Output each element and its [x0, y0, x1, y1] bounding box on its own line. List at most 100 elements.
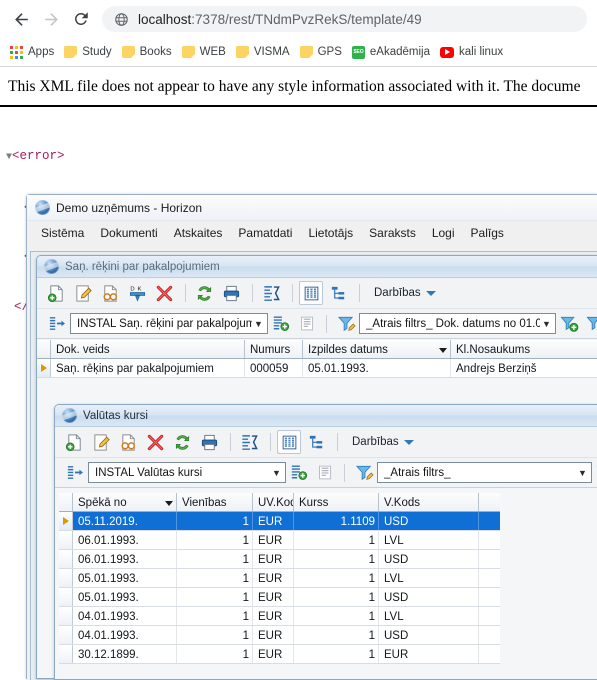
column-header-numurs[interactable]: Numurs — [245, 340, 303, 358]
delete-document-icon[interactable] — [152, 281, 176, 305]
currency-title-bar[interactable]: Valūtas kursi — [55, 405, 597, 427]
new-document-icon[interactable] — [62, 430, 86, 454]
bookmark-books[interactable]: Books — [120, 41, 178, 63]
row-indicator — [59, 626, 73, 644]
table-row[interactable]: 06.01.1993. 1 EUR 1 USD — [59, 550, 500, 569]
table-row[interactable]: Saņ. rēķins par pakalpojumiem 000059 05.… — [37, 359, 597, 378]
cell-vienibas: 1 — [177, 588, 253, 606]
layout-list-icon[interactable] — [46, 313, 68, 335]
row-indicator — [59, 645, 73, 663]
table-row[interactable]: 04.01.1993. 1 EUR 1 LVL — [59, 607, 500, 626]
actions-menu-label: Darbības — [374, 287, 421, 299]
chevron-down-icon[interactable]: ▼ — [540, 319, 553, 329]
filter-edit-icon[interactable] — [335, 313, 357, 335]
notice-divider — [0, 105, 597, 107]
columns-icon[interactable] — [277, 430, 301, 454]
actions-menu-button[interactable]: Darbības — [352, 436, 414, 448]
cell-v-kods: USD — [379, 626, 479, 644]
column-header-speka-no[interactable]: Spēkā no — [73, 493, 177, 511]
cell-dok-veids: Saņ. rēķins par pakalpojumiem — [51, 359, 245, 377]
column-header-izpildes-datums[interactable]: Izpildes datums — [303, 340, 451, 358]
bookmark-web[interactable]: WEB — [180, 41, 232, 63]
actions-menu-button[interactable]: Darbības — [374, 287, 436, 299]
bookmark-eakademija[interactable]: SEO eAkadēmija — [350, 41, 436, 63]
print-icon[interactable] — [197, 430, 221, 454]
sort-filter-icon[interactable] — [584, 313, 597, 335]
folder-icon — [235, 46, 249, 58]
horizon-title-bar[interactable]: Demo uzņēmums - Horizon — [27, 195, 597, 221]
add-layout-icon[interactable] — [288, 462, 310, 484]
column-header-vienibas[interactable]: Vienības — [177, 493, 253, 511]
add-layout-icon[interactable] — [270, 313, 292, 335]
seo-icon: SEO — [351, 45, 365, 59]
table-row[interactable]: 06.01.1993. 1 EUR 1 LVL — [59, 531, 500, 550]
table-row[interactable]: 04.01.1993. 1 EUR 1 USD — [59, 626, 500, 645]
menu-paligs[interactable]: Palīgs — [463, 224, 512, 242]
menu-saraksts[interactable]: Saraksts — [361, 224, 424, 242]
cell-v-kods: USD — [379, 550, 479, 568]
print-icon[interactable] — [219, 281, 243, 305]
horizon-window-title: Demo uzņēmums - Horizon — [56, 200, 203, 215]
column-header-uv-kods[interactable]: UV.Kods — [253, 493, 294, 511]
bookmark-visma[interactable]: VISMA — [234, 41, 296, 63]
tree-icon[interactable] — [326, 281, 350, 305]
refresh-icon[interactable] — [192, 281, 216, 305]
filter-edit-icon[interactable] — [353, 462, 375, 484]
row-indicator — [59, 531, 73, 549]
browser-nav-bar: localhost:7378/rest/TNdmPvzRekS/template… — [0, 0, 597, 38]
cell-uv-kods: EUR — [253, 512, 294, 530]
bookmark-gps[interactable]: GPS — [298, 41, 348, 63]
new-document-icon[interactable] — [44, 281, 68, 305]
delete-document-icon[interactable] — [143, 430, 167, 454]
table-row[interactable]: 30.12.1899. 1 EUR 1 EUR — [59, 645, 500, 664]
quick-filter-select[interactable]: _Ātrais filtrs_ ▼ — [377, 462, 592, 483]
chevron-down-icon[interactable]: ▼ — [576, 468, 589, 478]
chevron-down-icon[interactable]: ▼ — [270, 468, 283, 478]
invoices-filter-bar: INSTAL Saņ. rēķini par pakalpojumier ▼ _… — [37, 309, 597, 339]
layout-select[interactable]: INSTAL Saņ. rēķini par pakalpojumier ▼ — [70, 313, 268, 334]
filter-separator — [344, 463, 345, 482]
menu-logi[interactable]: Logi — [424, 224, 463, 242]
bookmark-label: Books — [139, 46, 172, 58]
back-arrow-icon[interactable] — [6, 4, 36, 34]
menu-dokumenti[interactable]: Dokumenti — [92, 224, 165, 242]
reload-icon[interactable] — [66, 4, 96, 34]
folder-icon — [299, 46, 313, 58]
chevron-down-icon[interactable]: ▼ — [252, 319, 265, 329]
menu-pamatdati[interactable]: Pamatdati — [230, 224, 300, 242]
table-row[interactable]: 05.01.1993. 1 EUR 1 USD — [59, 588, 500, 607]
column-header-kurss[interactable]: Kurss — [294, 493, 379, 511]
table-row[interactable]: 05.01.1993. 1 EUR 1 LVL — [59, 569, 500, 588]
url-host: localhost — [138, 11, 192, 27]
invoices-title-bar[interactable]: Saņ. rēķini par pakalpojumiem — [37, 256, 597, 278]
bookmark-kali-linux[interactable]: kali linux — [438, 41, 509, 63]
table-row[interactable]: 05.11.2019. 1 EUR 1.1109 USD — [59, 512, 500, 531]
refresh-icon[interactable] — [170, 430, 194, 454]
add-filter-icon[interactable] — [558, 313, 580, 335]
bookmark-study[interactable]: Study — [62, 41, 117, 63]
edit-document-icon[interactable] — [89, 430, 113, 454]
sum-icon[interactable] — [259, 281, 283, 305]
bookmark-apps[interactable]: Apps — [8, 41, 60, 63]
address-bar[interactable]: localhost:7378/rest/TNdmPvzRekS/template… — [102, 6, 587, 32]
tree-icon[interactable] — [304, 430, 328, 454]
column-header-dok-veids[interactable]: Dok. veids — [51, 340, 245, 358]
edit-document-icon[interactable] — [71, 281, 95, 305]
menu-lietotajs[interactable]: Lietotājs — [300, 224, 361, 242]
horizon-orb-icon — [44, 259, 59, 274]
cell-speka-no: 04.01.1993. — [73, 626, 177, 644]
column-header-v-kods[interactable]: V.Kods — [379, 493, 479, 511]
cell-numurs: 000059 — [245, 359, 303, 377]
view-document-icon[interactable] — [98, 281, 122, 305]
layout-list-icon[interactable] — [64, 462, 86, 484]
menu-atskaites[interactable]: Atskaites — [166, 224, 231, 242]
column-header-label: Spēkā no — [78, 497, 127, 509]
columns-icon[interactable] — [299, 281, 323, 305]
column-header-kl-nosaukums[interactable]: Kl.Nosaukums — [451, 340, 597, 358]
layout-select[interactable]: INSTAL Valūtas kursi ▼ — [88, 462, 286, 483]
quick-filter-select[interactable]: _Ātrais filtrs_ Dok. datums no 01.01. ▼ — [359, 313, 556, 334]
menu-sistema[interactable]: Sistēma — [33, 224, 92, 242]
view-document-icon[interactable] — [116, 430, 140, 454]
sum-icon[interactable] — [237, 430, 261, 454]
debit-credit-icon[interactable]: D K — [125, 281, 149, 305]
